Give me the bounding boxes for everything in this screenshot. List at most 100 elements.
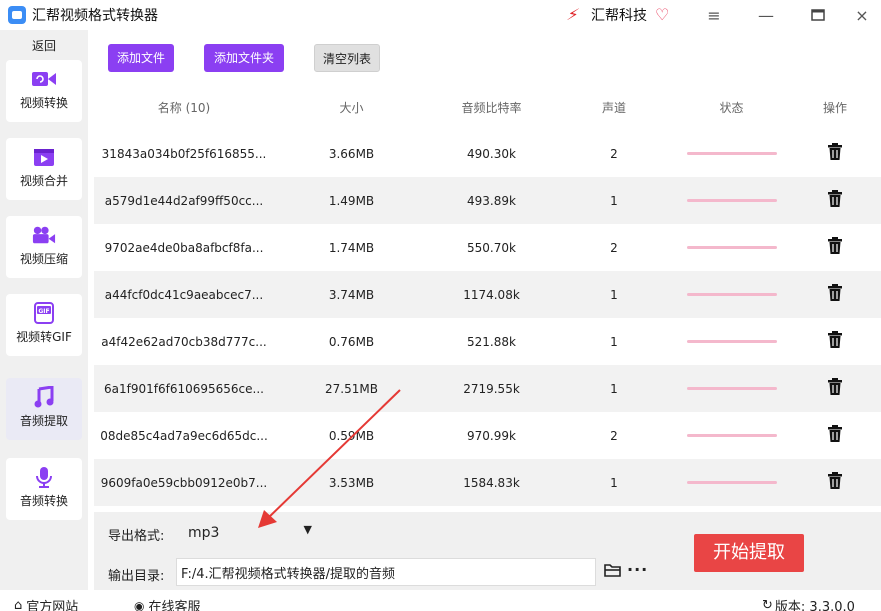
version-info[interactable]: ↻ 版本: 3.3.0.0 [762,596,855,611]
column-header-size[interactable]: 大小 [274,99,429,116]
table-body: 31843a034b0f25f616855... 3.66MB 490.30k 2 a5… [94,130,881,506]
sidebar-item-label: 视频转GIF [16,330,72,344]
file-channels: 1 [610,193,618,208]
delete-button[interactable] [789,237,881,258]
sidebar-item-video-convert[interactable]: 视频转换 [6,60,82,122]
status-cell [674,199,789,202]
table-row[interactable]: a579d1e44d2af99ff50cc... 1.49MB 493.89k 1 [94,177,881,224]
home-icon: ⌂ [14,598,23,611]
table-row[interactable]: 6a1f901f6f610695656ce... 27.51MB 2719.55k 1 [94,365,881,412]
status-cell [674,434,789,437]
status-cell [674,246,789,249]
column-header-channels[interactable]: 声道 [554,99,674,116]
file-size: 1.74MB [328,240,375,255]
start-extract-button[interactable]: 开始提取 [694,534,804,572]
file-size: 3.74MB [328,287,375,302]
file-bitrate: 970.99k [467,428,516,443]
file-channels: 2 [610,146,618,161]
close-icon[interactable]: × [842,0,881,30]
progress-bar [686,481,777,484]
progress-bar [686,199,777,202]
add-file-button[interactable]: 添加文件 [108,44,174,72]
delete-button[interactable] [789,331,881,352]
add-folder-button[interactable]: 添加文件夹 [204,44,284,72]
output-dir-label: 输出目录: [108,569,165,584]
delete-button[interactable] [789,190,881,211]
title-bar: 汇帮视频格式转换器 ⚡ 汇帮科技 ♡ ≡ — × [0,0,881,30]
file-name: a44fcf0dc41c9aeabcec7... [104,287,264,302]
back-button[interactable]: 返回 [6,36,82,56]
trash-icon [827,237,843,258]
column-header-action: 操作 [822,100,847,115]
delete-button[interactable] [789,143,881,164]
website-link[interactable]: ⌂ 官方网站 [14,596,78,611]
trash-icon [827,284,843,305]
delete-button[interactable] [789,378,881,399]
table-row[interactable]: 31843a034b0f25f616855... 3.66MB 490.30k 2 [94,130,881,177]
file-bitrate: 550.70k [467,240,516,255]
app-logo-icon [8,6,26,24]
file-name: 08de85c4ad7a9ec6d65dc... [100,428,268,443]
toolbar: 添加文件 添加文件夹 清空列表 [94,30,881,80]
format-dropdown[interactable]: mp3 ▼ [180,520,320,546]
file-name: 9702ae4de0ba8afbcf8fa... [104,240,264,255]
export-panel: 导出格式: mp3 ▼ 输出目录: ··· 开始提取 [94,512,881,590]
table-row[interactable]: a44fcf0dc41c9aeabcec7... 3.74MB 1174.08k 1 [94,271,881,318]
brand[interactable]: ⚡ 汇帮科技 ♡ [563,4,669,26]
progress-bar [686,340,777,343]
chevron-down-icon: ▼ [303,523,312,536]
file-size: 27.51MB [325,381,378,396]
delete-button[interactable] [789,284,881,305]
sidebar-item-audio-extract[interactable]: 音频提取 [6,378,82,440]
website-label: 官方网站 [26,600,79,611]
output-path-input[interactable] [176,558,596,586]
file-bitrate: 1174.08k [463,287,520,302]
folder-open-icon[interactable] [604,562,624,582]
progress-bar [686,387,777,390]
trash-icon [827,331,843,352]
sidebar-item-video-compress[interactable]: 视频压缩 [6,216,82,278]
status-bar: ⌂ 官方网站 ◉ 在线客服 ↻ 版本: 3.3.0.0 [0,596,881,611]
file-bitrate: 490.30k [467,146,516,161]
file-bitrate: 1584.83k [463,475,520,490]
sidebar-item-video-gif[interactable]: GIF 视频转GIF [6,294,82,356]
file-name: 9609fa0e59cbb0912e0b7... [100,475,268,490]
heart-icon[interactable]: ♡ [655,5,669,25]
file-channels: 2 [610,240,618,255]
sidebar-item-audio-convert[interactable]: 音频转换 [6,458,82,520]
minimize-icon[interactable]: — [746,0,786,30]
table-row[interactable]: 9609fa0e59cbb0912e0b7... 3.53MB 1584.83k 1 [94,459,881,506]
trash-icon [827,378,843,399]
maximize-icon[interactable] [798,0,838,30]
file-size: 1.49MB [328,193,375,208]
file-name: 31843a034b0f25f616855... [101,146,267,161]
delete-button[interactable] [789,472,881,493]
menu-icon[interactable]: ≡ [694,0,734,30]
sidebar-item-video-merge[interactable]: 视频合并 [6,138,82,200]
column-header-name[interactable]: 名称 (10) [94,99,274,116]
app-title: 汇帮视频格式转换器 [32,8,158,24]
support-link[interactable]: ◉ 在线客服 [134,596,201,611]
trash-icon [827,190,843,211]
video-merge-icon [32,146,56,168]
table-row[interactable]: 9702ae4de0ba8afbcf8fa... 1.74MB 550.70k 2 [94,224,881,271]
microphone-icon [32,466,56,488]
clear-list-button[interactable]: 清空列表 [314,44,380,72]
svg-text:GIF: GIF [38,308,49,315]
delete-button[interactable] [789,425,881,446]
sidebar-item-label: 视频转换 [19,96,68,110]
table-header: 名称 (10) 大小 音频比特率 声道 状态 操作 [94,84,881,130]
sidebar-item-label: 视频压缩 [19,252,68,266]
file-channels: 1 [610,475,618,490]
format-value: mp3 [188,525,220,541]
brand-name: 汇帮科技 [591,8,647,24]
file-size: 0.59MB [328,428,375,443]
table-row[interactable]: a4f42e62ad70cb38d777c... 0.76MB 521.88k 1 [94,318,881,365]
file-channels: 1 [610,334,618,349]
file-table: 名称 (10) 大小 音频比特率 声道 状态 操作 31843a034b0f25… [94,84,881,506]
status-cell [674,293,789,296]
table-row[interactable]: 08de85c4ad7a9ec6d65dc... 0.59MB 970.99k 2 [94,412,881,459]
more-options-icon[interactable]: ··· [627,560,648,579]
column-header-bitrate[interactable]: 音频比特率 [429,99,554,116]
progress-bar [686,434,777,437]
